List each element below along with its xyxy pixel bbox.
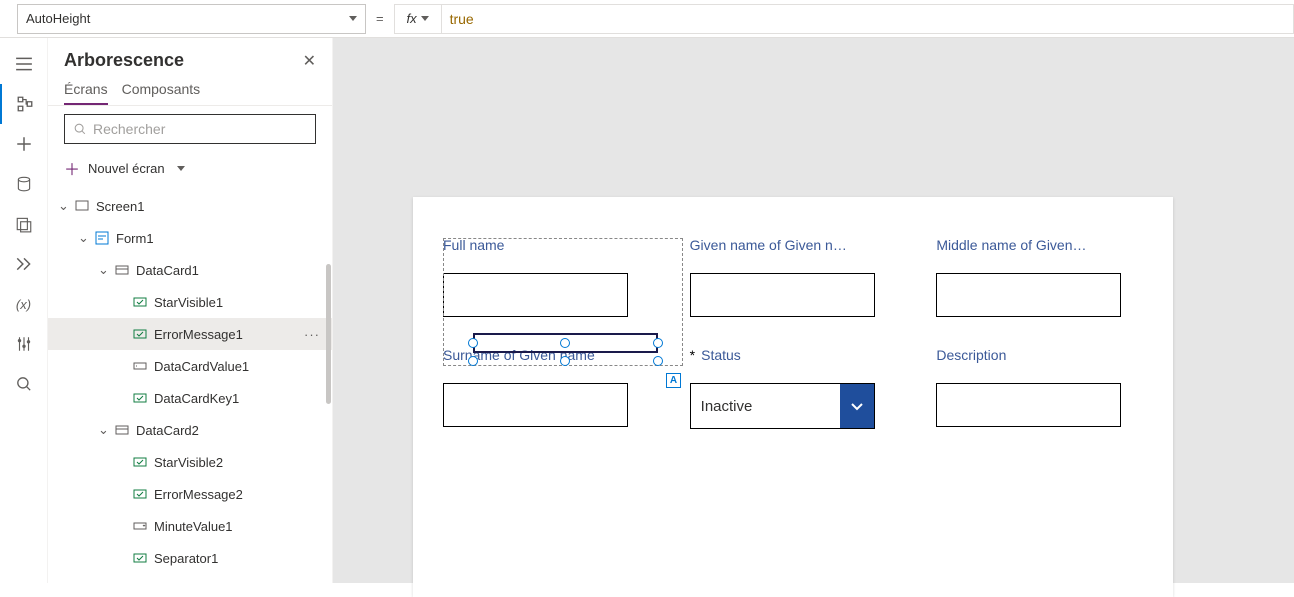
search-input[interactable]: Rechercher xyxy=(64,114,316,144)
label-icon xyxy=(132,486,148,502)
chevron-down-icon: ⌄ xyxy=(78,230,88,246)
resize-handle[interactable] xyxy=(468,356,478,366)
tree-node-control[interactable]: Separator1 xyxy=(48,542,332,574)
chevron-down-icon: ⌄ xyxy=(58,198,68,214)
screen-icon xyxy=(74,198,90,214)
media-icon[interactable] xyxy=(0,204,48,244)
tab-components[interactable]: Composants xyxy=(122,81,201,105)
property-selector-value: AutoHeight xyxy=(26,11,90,26)
insert-icon[interactable] xyxy=(0,124,48,164)
tree-node-errormessage1[interactable]: ErrorMessage1 ··· xyxy=(48,318,332,350)
tree-node-control[interactable]: StarVisible1 xyxy=(48,286,332,318)
textinput-icon xyxy=(132,358,148,374)
close-icon[interactable]: ✕ xyxy=(303,51,316,71)
tree-label: DataCardValue1 xyxy=(154,359,249,374)
card-middlename[interactable]: Middle name of Given… xyxy=(936,237,1143,317)
hamburger-icon[interactable] xyxy=(0,44,48,84)
select-status[interactable]: Inactive xyxy=(690,383,875,429)
label-icon xyxy=(132,454,148,470)
left-rail: (x) xyxy=(0,38,48,583)
status-label-text: Status xyxy=(701,347,741,363)
label-middlename: Middle name of Given… xyxy=(936,237,1143,253)
tree-node-datacard[interactable]: ⌄ DataCard1 xyxy=(48,254,332,286)
status-value: Inactive xyxy=(691,384,840,428)
tree-label: MinuteValue1 xyxy=(154,519,233,534)
power-automate-icon[interactable] xyxy=(0,244,48,284)
formula-value: true xyxy=(450,11,474,27)
chevron-down-icon: ⌄ xyxy=(98,262,108,278)
tree-label: ErrorMessage2 xyxy=(154,487,243,502)
input-middlename[interactable] xyxy=(936,273,1121,317)
tree-label: DataCard1 xyxy=(136,263,199,278)
chevron-down-icon xyxy=(177,166,185,171)
canvas-area[interactable]: Carte : FullName Full name Given name of… xyxy=(333,38,1294,583)
dropdown-icon xyxy=(132,518,148,534)
accessibility-badge[interactable]: A xyxy=(666,373,681,388)
resize-handle[interactable] xyxy=(560,356,570,366)
chevron-down-icon xyxy=(421,16,429,21)
formula-bar: AutoHeight = fx true xyxy=(0,0,1294,38)
tree-label: Screen1 xyxy=(96,199,144,214)
search-icon xyxy=(73,122,87,136)
required-star: * xyxy=(690,347,695,363)
new-screen-label: Nouvel écran xyxy=(88,161,165,176)
input-surname[interactable] xyxy=(443,383,628,427)
new-screen-button[interactable]: ＋ Nouvel écran xyxy=(48,152,332,190)
label-givenname: Given name of Given n… xyxy=(690,237,897,253)
search-icon[interactable] xyxy=(0,364,48,404)
advanced-tools-icon[interactable] xyxy=(0,324,48,364)
data-icon[interactable] xyxy=(0,164,48,204)
chevron-down-icon xyxy=(840,384,874,428)
plus-icon: ＋ xyxy=(64,156,80,180)
resize-handle[interactable] xyxy=(560,338,570,348)
tree-label: DataCard2 xyxy=(136,423,199,438)
scrollbar[interactable] xyxy=(326,264,331,404)
label-icon xyxy=(132,294,148,310)
resize-handle[interactable] xyxy=(653,356,663,366)
more-icon[interactable]: ··· xyxy=(304,327,320,342)
tree-label: ErrorMessage1 xyxy=(154,327,243,342)
search-placeholder: Rechercher xyxy=(93,121,165,137)
tree-node-control[interactable]: MinuteValue1 xyxy=(48,510,332,542)
tree-view-panel: Arborescence ✕ Écrans Composants Recherc… xyxy=(48,38,333,583)
chevron-down-icon xyxy=(349,16,357,21)
tree-node-control[interactable]: DataCardValue1 xyxy=(48,350,332,382)
tree-node-control[interactable]: ErrorMessage2 xyxy=(48,478,332,510)
property-selector[interactable]: AutoHeight xyxy=(17,4,366,34)
tree-label: StarVisible2 xyxy=(154,455,223,470)
tree-label: Form1 xyxy=(116,231,154,246)
label-description: Description xyxy=(936,347,1143,363)
tree-node-form[interactable]: ⌄ Form1 xyxy=(48,222,332,254)
resize-handle[interactable] xyxy=(468,338,478,348)
panel-title: Arborescence xyxy=(64,50,184,71)
tree-label: Separator1 xyxy=(154,551,218,566)
card-givenname[interactable]: Given name of Given n… xyxy=(690,237,897,317)
card-status[interactable]: * Status Inactive xyxy=(690,347,897,429)
input-description[interactable] xyxy=(936,383,1121,427)
variables-icon[interactable]: (x) xyxy=(0,284,48,324)
form-icon xyxy=(94,230,110,246)
card-icon xyxy=(114,262,130,278)
tree-label: StarVisible1 xyxy=(154,295,223,310)
tree-node-control[interactable]: DataCardKey1 xyxy=(48,382,332,414)
chevron-down-icon: ⌄ xyxy=(98,422,108,438)
resize-handle[interactable] xyxy=(653,338,663,348)
card-description[interactable]: Description xyxy=(936,347,1143,429)
fx-button[interactable]: fx xyxy=(394,4,441,34)
label-icon xyxy=(132,326,148,342)
equals-label: = xyxy=(366,11,394,26)
input-givenname[interactable] xyxy=(690,273,875,317)
label-icon xyxy=(132,550,148,566)
tree-node-screen[interactable]: ⌄ Screen1 xyxy=(48,190,332,222)
tree-view-icon[interactable] xyxy=(0,84,48,124)
label-icon xyxy=(132,390,148,406)
formula-input[interactable]: true xyxy=(441,4,1294,34)
tree-node-control[interactable]: StarVisible2 xyxy=(48,446,332,478)
tab-screens[interactable]: Écrans xyxy=(64,81,108,105)
tree-label: DataCardKey1 xyxy=(154,391,239,406)
card-icon xyxy=(114,422,130,438)
label-status: * Status xyxy=(690,347,897,363)
tree-node-datacard[interactable]: ⌄ DataCard2 xyxy=(48,414,332,446)
